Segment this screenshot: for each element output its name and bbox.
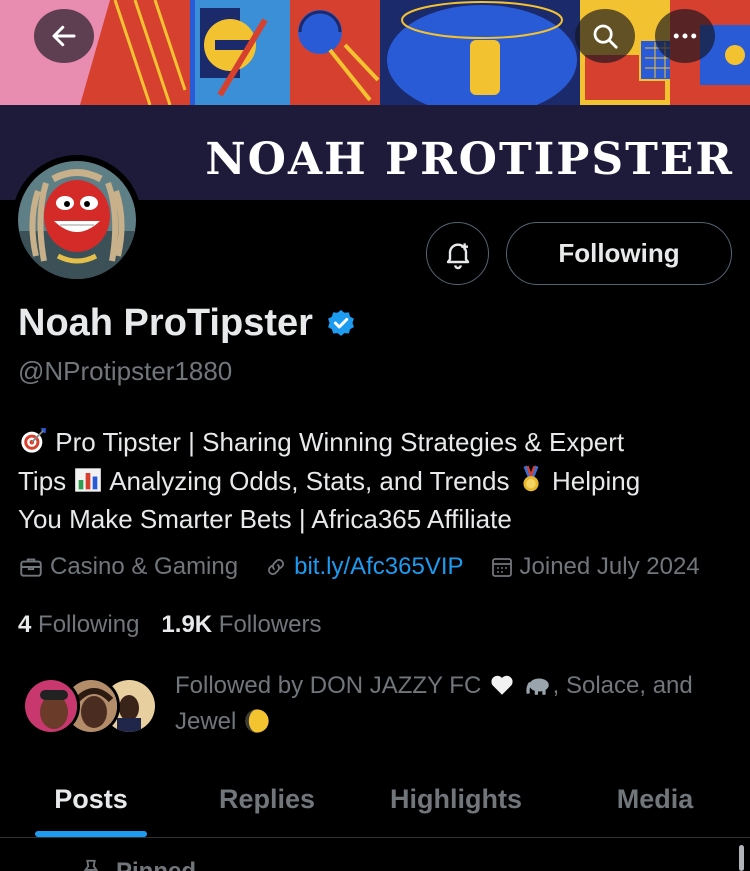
target-icon — [21, 428, 46, 453]
display-name-text: Noah ProTipster — [18, 302, 313, 344]
search-button[interactable] — [575, 9, 635, 63]
following-button[interactable]: Following — [506, 222, 732, 285]
profile-tabs: Posts Replies Highlights Media — [0, 760, 750, 838]
followers-count: 1.9K — [161, 611, 213, 638]
white-heart-icon — [491, 675, 513, 695]
bio-line-2a: Tips — [18, 465, 67, 496]
followers-label: Followers — [218, 611, 322, 638]
display-name: Noah ProTipster — [18, 302, 357, 345]
tab-media[interactable]: Media — [560, 760, 750, 838]
followed-by-prefix: Followed by DON JAZZY FC — [175, 672, 482, 699]
tab-posts[interactable]: Posts — [0, 760, 182, 838]
bio-line-2b: Analyzing Odds, Stats, and Trends — [109, 465, 510, 496]
bio-line-3: You Make Smarter Bets | Africa365 Affili… — [18, 504, 512, 534]
profile-avatar[interactable] — [12, 155, 142, 285]
followed-by-text[interactable]: Followed by DON JAZZY FC , Solace, and J… — [175, 668, 715, 740]
back-button[interactable] — [34, 9, 94, 63]
follow-stats: 4 Following 1.9K Followers — [18, 611, 322, 639]
mutual-followers-avatars[interactable] — [22, 677, 162, 737]
calendar-icon — [491, 558, 512, 577]
search-icon — [593, 24, 618, 49]
tab-highlights[interactable]: Highlights — [352, 760, 560, 838]
active-tab-indicator — [35, 831, 147, 837]
arrow-left-icon — [52, 25, 76, 47]
avatar-image — [18, 161, 136, 279]
bell-plus-icon — [446, 242, 469, 269]
following-label: Following — [38, 611, 140, 638]
user-handle: @NProtipster1880 — [18, 356, 233, 386]
followed-by-last: Jewel — [175, 708, 237, 735]
profile-meta: Casino & Gaming bit.ly/Afc365VIP Joined … — [18, 553, 700, 581]
notifications-button[interactable] — [426, 222, 489, 285]
more-dots-icon — [673, 33, 697, 39]
bio-line-2c: Helping — [552, 465, 641, 496]
followers-stat[interactable]: 1.9K Followers — [161, 611, 321, 639]
pinned-label: Pinned — [80, 858, 196, 871]
briefcase-icon — [20, 558, 42, 577]
link-icon — [268, 559, 285, 575]
scrollbar[interactable] — [739, 845, 744, 871]
category-text: Casino & Gaming — [50, 553, 239, 580]
website-item[interactable]: bit.ly/Afc365VIP — [264, 553, 464, 581]
more-button[interactable] — [655, 9, 715, 63]
joined-text: Joined July 2024 — [519, 553, 700, 580]
joined-item: Joined July 2024 — [490, 553, 700, 581]
following-stat[interactable]: 4 Following — [18, 611, 139, 639]
profile-bio: Pro Tipster | Sharing Winning Strategies… — [18, 423, 733, 539]
pin-icon — [83, 859, 99, 871]
category-item: Casino & Gaming — [18, 553, 238, 581]
elephant-icon — [525, 678, 549, 695]
bar-chart-icon — [75, 467, 102, 492]
medal-icon — [523, 465, 539, 491]
pinned-text: Pinned — [116, 858, 196, 871]
banner-artwork — [0, 0, 750, 105]
mutual-avatar-1 — [22, 677, 80, 735]
verified-badge-icon[interactable] — [325, 308, 357, 340]
website-link[interactable]: bit.ly/Afc365VIP — [294, 553, 463, 581]
bio-line-1: Pro Tipster | Sharing Winning Strategies… — [55, 427, 625, 457]
moon-icon — [245, 709, 269, 733]
tab-replies[interactable]: Replies — [182, 760, 352, 838]
following-count: 4 — [18, 611, 32, 638]
followed-by-middle: , Solace, and — [552, 672, 693, 699]
banner-title: NOAH PROTIPSTER — [205, 134, 734, 185]
